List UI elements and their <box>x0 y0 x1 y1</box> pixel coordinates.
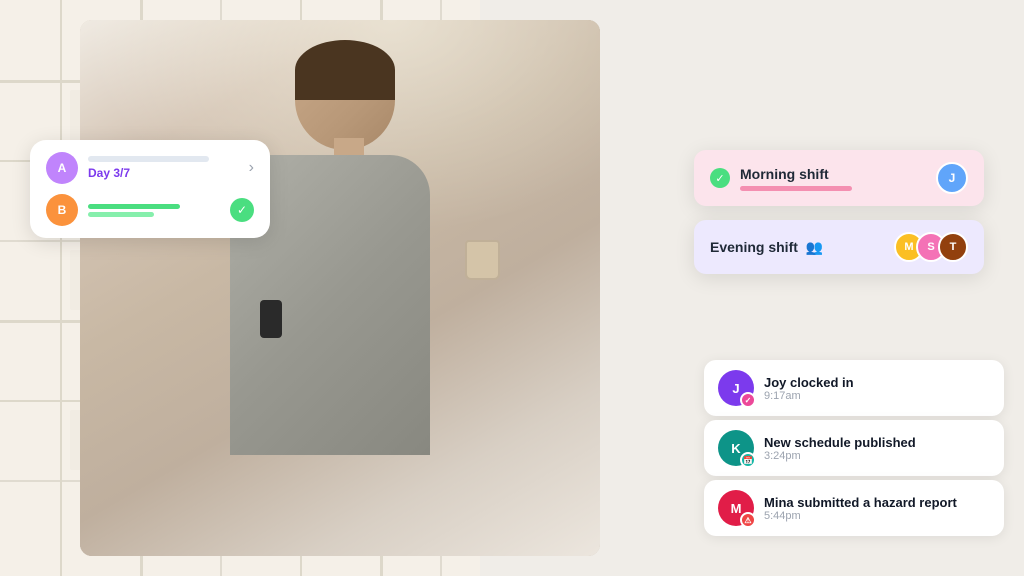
evening-shift-title: Evening shift <box>710 239 798 255</box>
activity-item-1: J ✓ Joy clocked in 9:17am <box>704 360 1004 416</box>
evening-shift-avatars: M S T <box>894 232 968 262</box>
activity-badge-1: ✓ <box>740 392 756 408</box>
progress-bar-1 <box>88 204 180 209</box>
people-icon: 👥 <box>806 239 823 256</box>
task-card: A Day 3/7 › B ✓ <box>30 140 270 238</box>
task-check: ✓ <box>230 198 254 222</box>
hero-photo <box>80 20 600 556</box>
task-chevron[interactable]: › <box>249 159 254 177</box>
activity-avatar-1: J ✓ <box>718 370 754 406</box>
morning-shift-check: ✓ <box>710 168 730 188</box>
activity-item-2: K 📅 New schedule published 3:24pm <box>704 420 1004 476</box>
task-day-label: Day 3/7 <box>88 166 239 180</box>
morning-shift-title: Morning shift <box>740 166 926 182</box>
activity-title-3: Mina submitted a hazard report <box>764 495 990 510</box>
activity-avatar-2: K 📅 <box>718 430 754 466</box>
activity-title-1: Joy clocked in <box>764 375 990 390</box>
activity-item-3: M ⚠ Mina submitted a hazard report 5:44p… <box>704 480 1004 536</box>
task-avatar-top: A <box>46 152 78 184</box>
activity-badge-3: ⚠ <box>740 512 756 528</box>
activity-avatar-3: M ⚠ <box>718 490 754 526</box>
activity-feed: J ✓ Joy clocked in 9:17am K 📅 New schedu… <box>704 360 1004 536</box>
activity-time-3: 5:44pm <box>764 510 990 522</box>
morning-shift-avatar: J <box>936 162 968 194</box>
activity-badge-2: 📅 <box>740 452 756 468</box>
morning-shift-bar <box>740 186 852 191</box>
avatar-3: T <box>938 232 968 262</box>
morning-shift-card: ✓ Morning shift J <box>694 150 984 206</box>
task-avatar-bottom: B <box>46 194 78 226</box>
activity-time-2: 3:24pm <box>764 450 990 462</box>
evening-shift-card: Evening shift 👥 M S T <box>694 220 984 274</box>
activity-title-2: New schedule published <box>764 435 990 450</box>
activity-time-1: 9:17am <box>764 390 990 402</box>
progress-bar-2 <box>88 212 154 217</box>
